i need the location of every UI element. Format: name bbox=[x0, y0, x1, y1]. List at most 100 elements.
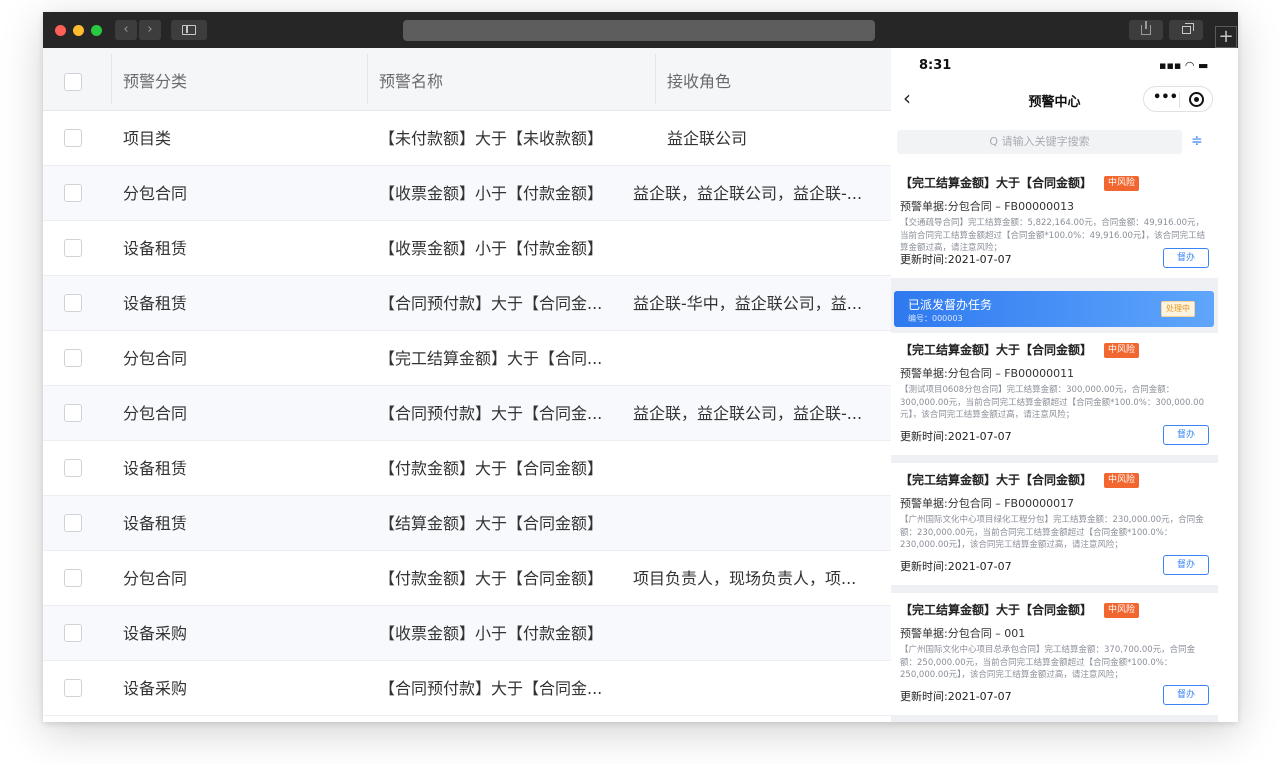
cell-category: 设备采购 bbox=[123, 679, 188, 698]
table-row[interactable]: 设备租赁 【付款金额】大于【合同金额】 bbox=[43, 441, 891, 496]
task-banner[interactable]: 已派发督办任务 编号：000003 处理中 bbox=[894, 291, 1214, 327]
card-update-time: 更新时间:2021-07-07 bbox=[900, 253, 1012, 266]
cell-category: 项目类 bbox=[123, 129, 172, 148]
risk-badge: 中风险 bbox=[1104, 473, 1140, 488]
chevron-right-icon: › bbox=[147, 22, 153, 37]
cell-roles: 项目负责人，现场负责人，项... bbox=[633, 569, 857, 588]
table-row[interactable]: 分包合同 【付款金额】大于【合同金额】 项目负责人，现场负责人，项... bbox=[43, 551, 891, 606]
cell-roles: 益企联，益企联公司，益企联-... bbox=[633, 184, 863, 203]
table-row[interactable]: 分包合同 【完工结算金额】大于【合同... bbox=[43, 331, 891, 386]
table-row[interactable]: 项目类 【未付款额】大于【未收款额】 益企联公司 bbox=[43, 111, 891, 166]
cell-name: 【结算金额】大于【合同金额】 bbox=[379, 514, 604, 533]
cell-name: 【收票金额】小于【付款金额】 bbox=[379, 624, 604, 643]
task-title: 已派发督办任务 bbox=[908, 298, 993, 312]
table-row[interactable]: 分包合同 【收票金额】小于【付款金额】 益企联，益企联公司，益企联-... bbox=[43, 166, 891, 221]
browser-window: ‹ › + 预警分类 预警名称 接收角色 项目类 【未付款额】大于【未收款额】 益企… bbox=[43, 12, 1238, 722]
row-checkbox[interactable] bbox=[64, 184, 82, 202]
search-row: Q 请输入关键字搜索 ≑ bbox=[891, 120, 1218, 166]
card-update-time: 更新时间:2021-07-07 bbox=[900, 430, 1012, 443]
row-checkbox[interactable] bbox=[64, 239, 82, 257]
warning-card[interactable]: 【完工结算金额】大于【合同金额】 中风险 预警单据:分包合同 – FB0000001… bbox=[891, 166, 1218, 278]
cell-roles bbox=[667, 496, 917, 551]
supervise-button[interactable]: 督办 bbox=[1163, 248, 1209, 268]
row-checkbox[interactable] bbox=[64, 679, 82, 697]
table-row[interactable]: 设备租赁 【结算金额】大于【合同金额】 bbox=[43, 496, 891, 551]
card-title: 【完工结算金额】大于【合同金额】 bbox=[900, 176, 1093, 190]
close-window-button[interactable] bbox=[55, 25, 66, 36]
row-checkbox[interactable] bbox=[64, 349, 82, 367]
sidebar-icon bbox=[182, 25, 196, 35]
supervise-button[interactable]: 督办 bbox=[1163, 555, 1209, 575]
share-icon bbox=[1141, 21, 1151, 35]
mobile-preview: 8:31 ▪▪▪ ◠ ▬ ‹ 预警中心 ••• Q 请输入关键字搜索 ≑ 【完工… bbox=[891, 48, 1218, 722]
title-bar: ‹ › + bbox=[43, 12, 1238, 48]
table-row[interactable]: 设备租赁 【收票金额】小于【付款金额】 bbox=[43, 221, 891, 276]
cell-roles: 益企联公司 bbox=[667, 129, 748, 148]
row-checkbox[interactable] bbox=[64, 624, 82, 642]
cell-roles bbox=[667, 221, 917, 276]
risk-badge: 中风险 bbox=[1104, 176, 1140, 191]
cell-name: 【合同预付款】大于【合同金... bbox=[379, 404, 603, 423]
row-checkbox[interactable] bbox=[64, 129, 82, 147]
warning-card[interactable]: 【完工结算金额】大于【合同金额】 中风险 预警单据:分包合同 – 001 【广州国际文… bbox=[891, 593, 1218, 715]
cell-category: 分包合同 bbox=[123, 184, 188, 203]
miniprogram-capsule: ••• bbox=[1143, 86, 1213, 112]
mobile-header: 8:31 ▪▪▪ ◠ ▬ ‹ 预警中心 ••• bbox=[891, 48, 1218, 120]
warning-table: 预警分类 预警名称 接收角色 项目类 【未付款额】大于【未收款额】 益企联公司分包合… bbox=[43, 48, 891, 722]
card-description: 【广州国际文化中心项目总承包合同】完工结算金额：370,700.00元，合同金额… bbox=[900, 645, 1196, 680]
search-input[interactable]: Q 请输入关键字搜索 bbox=[897, 130, 1182, 154]
row-checkbox[interactable] bbox=[64, 294, 82, 312]
table-header: 预警分类 预警名称 接收角色 bbox=[43, 48, 891, 111]
chevron-left-icon: ‹ bbox=[123, 22, 129, 37]
task-status-badge: 处理中 bbox=[1161, 301, 1195, 317]
table-row[interactable]: 设备租赁 【合同预付款】大于【合同金... 益企联-华中，益企联公司，益... bbox=[43, 276, 891, 331]
table-row[interactable]: 设备采购 【收票金额】小于【付款金额】 bbox=[43, 606, 891, 661]
tabs-icon bbox=[1182, 23, 1194, 34]
header-roles[interactable]: 接收角色 bbox=[667, 48, 731, 111]
card-title: 【完工结算金额】大于【合同金额】 bbox=[900, 603, 1093, 617]
show-tabs-button[interactable] bbox=[1169, 20, 1203, 40]
back-button[interactable]: ‹ bbox=[115, 20, 137, 40]
cell-roles bbox=[667, 331, 917, 386]
card-description: 【广州国际文化中心项目绿化工程分包】完工结算金额：230,000.00元，合同金… bbox=[900, 515, 1204, 550]
address-bar[interactable] bbox=[403, 20, 875, 41]
cell-name: 【收票金额】小于【付款金额】 bbox=[379, 239, 604, 258]
capsule-divider bbox=[1179, 92, 1180, 108]
supervise-button[interactable]: 督办 bbox=[1163, 425, 1209, 445]
cell-category: 分包合同 bbox=[123, 349, 188, 368]
task-number: 编号：000003 bbox=[908, 314, 963, 323]
header-category[interactable]: 预警分类 bbox=[123, 48, 187, 111]
header-name[interactable]: 预警名称 bbox=[379, 48, 443, 111]
filter-icon[interactable]: ≑ bbox=[1191, 133, 1203, 149]
forward-button[interactable]: › bbox=[139, 20, 161, 40]
share-button[interactable] bbox=[1129, 20, 1163, 40]
risk-badge: 中风险 bbox=[1104, 343, 1140, 358]
card-document: 预警单据:分包合同 – FB00000017 bbox=[900, 497, 1075, 510]
sidebar-toggle-button[interactable] bbox=[171, 20, 207, 40]
supervise-button[interactable]: 督办 bbox=[1163, 685, 1209, 705]
row-checkbox[interactable] bbox=[64, 459, 82, 477]
table-row[interactable]: 分包合同 【合同预付款】大于【合同金... 益企联，益企联公司，益企联-... bbox=[43, 386, 891, 441]
cell-category: 设备租赁 bbox=[123, 514, 188, 533]
close-target-icon[interactable] bbox=[1189, 92, 1204, 107]
status-icons: ▪▪▪ ◠ ▬ bbox=[1159, 59, 1209, 72]
table-row[interactable]: 设备采购 【合同预付款】大于【合同金... bbox=[43, 661, 891, 716]
column-divider bbox=[367, 54, 368, 104]
card-title: 【完工结算金额】大于【合同金额】 bbox=[900, 343, 1093, 357]
card-document: 预警单据:分包合同 – FB00000011 bbox=[900, 367, 1075, 380]
cell-category: 分包合同 bbox=[123, 404, 188, 423]
zoom-window-button[interactable] bbox=[91, 25, 102, 36]
row-checkbox[interactable] bbox=[64, 404, 82, 422]
card-update-time: 更新时间:2021-07-07 bbox=[900, 560, 1012, 573]
row-checkbox[interactable] bbox=[64, 514, 82, 532]
warning-card[interactable]: 【完工结算金额】大于【合同金额】 中风险预警单据:分包合同 – FB0000001… bbox=[891, 333, 1218, 455]
more-icon[interactable]: ••• bbox=[1153, 90, 1178, 105]
new-tab-button[interactable]: + bbox=[1215, 26, 1237, 48]
minimize-window-button[interactable] bbox=[73, 25, 84, 36]
row-checkbox[interactable] bbox=[64, 569, 82, 587]
cell-name: 【合同预付款】大于【合同金... bbox=[379, 294, 603, 313]
select-all-checkbox[interactable] bbox=[64, 73, 82, 91]
warning-card[interactable]: 【完工结算金额】大于【合同金额】 中风险 预警单据:分包合同 – FB0000001… bbox=[891, 463, 1218, 585]
cell-name: 【未付款额】大于【未收款额】 bbox=[379, 129, 604, 148]
risk-badge: 中风险 bbox=[1104, 603, 1140, 618]
